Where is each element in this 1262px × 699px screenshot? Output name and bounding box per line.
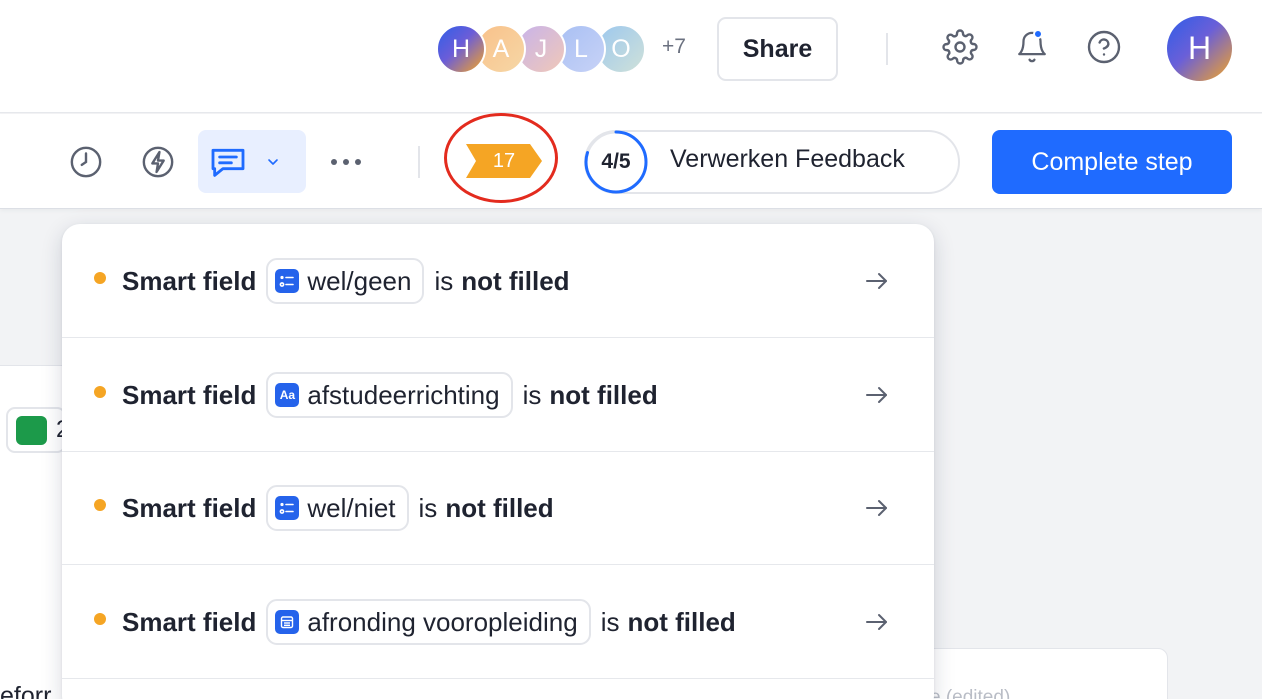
chevron-down-icon [268,159,278,165]
issue-status: not filled [445,492,554,523]
smart-field-chip[interactable]: afronding vooropleiding [266,599,591,645]
issue-status: not filled [549,379,658,410]
lightning-icon[interactable] [138,142,178,182]
step-progress-label: 4/5 [601,150,631,173]
warning-dot [94,613,106,625]
comment-icon [211,148,245,177]
list-item[interactable]: Smart field wel/niet is not filled [62,451,934,565]
share-button[interactable]: Share [717,17,838,81]
user-avatar[interactable]: H [1167,16,1232,81]
issue-prefix: Smart field [122,379,257,410]
avatar[interactable]: H [436,24,486,74]
header-divider [886,33,888,65]
background-edited-label: e (edited) [930,687,1011,699]
gear-icon[interactable] [940,27,980,67]
issues-dropdown: Smart field wel/geen is not filled Smart… [62,224,934,699]
clock-icon[interactable] [66,142,106,182]
top-header: H A J L O +7 Share H [0,0,1262,113]
arrow-right-icon[interactable] [864,385,890,405]
annotation-circle [444,113,558,203]
arrow-right-icon[interactable] [864,498,890,518]
smart-field-name: afstudeerrichting [307,379,500,410]
bell-icon[interactable] [1012,27,1052,67]
issue-status: not filled [461,265,570,296]
date-icon [275,610,300,634]
issue-prefix: Smart field [122,492,257,523]
list-icon [275,496,300,520]
smart-field-name: wel/geen [307,265,412,296]
smart-field-chip[interactable]: wel/niet [266,485,409,531]
background-text: eforr [0,682,52,699]
more-icon[interactable] [326,148,366,176]
arrow-right-icon[interactable] [864,271,890,291]
issue-verb: is [418,492,438,523]
toolbar-divider [418,146,420,178]
comments-button[interactable] [198,130,306,193]
list-icon [275,269,300,293]
smart-field-name: wel/niet [307,492,396,523]
smart-field-chip[interactable]: Aa afstudeerrichting [266,372,513,418]
list-item[interactable]: Smart field Aa afstudeerrichting is not … [62,338,934,452]
issue-verb: is [600,606,620,637]
smart-field-chip[interactable]: wel/geen [266,258,425,304]
list-item[interactable]: Smart field wel/geen is not filled [62,224,934,338]
more-collaborators-count[interactable]: +7 [662,35,686,59]
warning-dot [94,386,106,398]
text-icon: Aa [275,383,300,407]
smart-field-name: afronding vooropleiding [307,606,578,637]
warning-dot [94,499,106,511]
issue-status: not filled [627,606,736,637]
arrow-right-icon[interactable] [864,612,890,632]
issue-verb: is [434,265,454,296]
help-icon[interactable] [1084,27,1124,67]
issue-prefix: Smart field [122,265,257,296]
calendar-icon [16,416,47,445]
step-title[interactable]: Verwerken Feedback [670,145,905,174]
complete-step-button[interactable]: Complete step [992,130,1232,194]
issue-prefix: Smart field [122,606,257,637]
notification-dot [1033,29,1043,39]
collaborator-avatars[interactable]: H A J L O [436,23,646,75]
issue-verb: is [522,379,542,410]
warning-dot [94,272,106,284]
list-item[interactable]: Smart field afronding vooropleiding is n… [62,565,934,679]
